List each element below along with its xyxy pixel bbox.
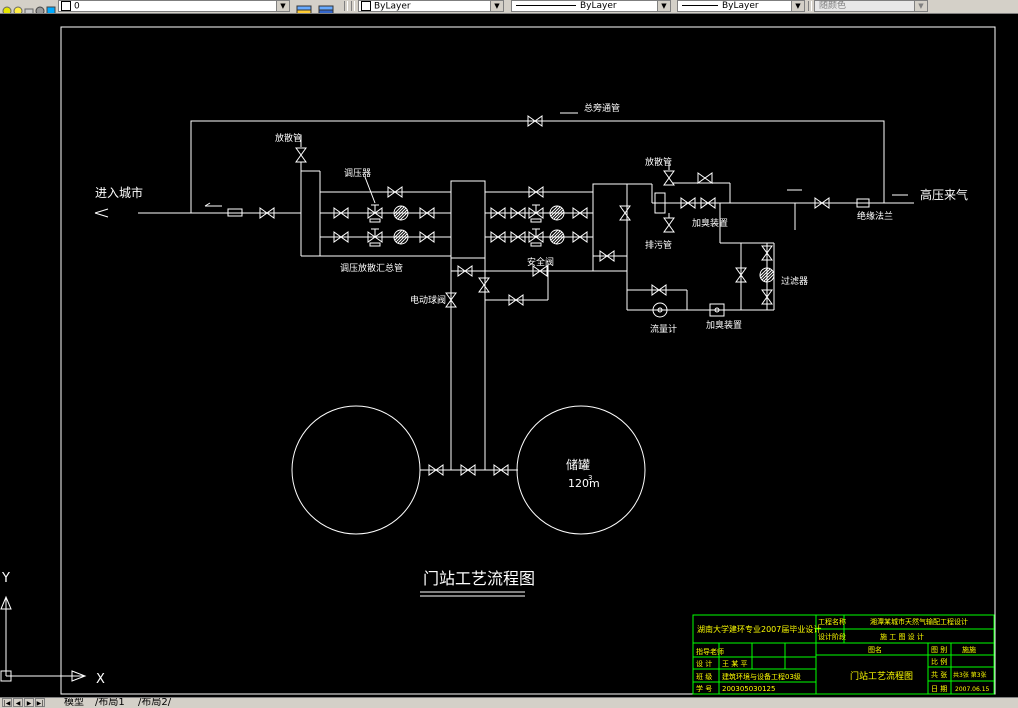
label-odorizer: 加臭装置 bbox=[692, 217, 728, 229]
toolbar-separator bbox=[351, 1, 355, 11]
properties-toolbar: 0 ▼ ByLayer ▼ ByLayer ▼ ByLayer ▼ 随颜色 ▼ bbox=[0, 0, 1018, 14]
ucs-x-label: X bbox=[96, 672, 105, 687]
tb-check-label: 比 例 bbox=[931, 657, 947, 666]
layer-previous-icon[interactable] bbox=[318, 1, 334, 13]
drawing-border bbox=[60, 26, 996, 695]
layer-color-icon[interactable] bbox=[35, 1, 45, 13]
last-tab-button[interactable]: ▶| bbox=[35, 698, 45, 707]
label-high-pressure-in: 高压来气 bbox=[920, 187, 968, 202]
drawing-title: 门站工艺流程图 bbox=[423, 569, 535, 588]
tb-drawing-name-label: 图名 bbox=[868, 645, 882, 654]
layer-lock-icon[interactable] bbox=[24, 1, 34, 13]
tb-project-label: 工程名称 bbox=[818, 617, 846, 626]
label-vent-left: 放散管 bbox=[275, 132, 302, 144]
chevron-down-icon[interactable]: ▼ bbox=[657, 1, 670, 11]
label-regulator: 调压器 bbox=[344, 168, 371, 179]
tab-layout2-label: 布局2 bbox=[141, 697, 168, 708]
chevron-down-icon[interactable]: ▼ bbox=[490, 1, 503, 11]
label-odor-device: 加臭装置 bbox=[706, 319, 742, 331]
ucs-icon bbox=[0, 595, 87, 682]
tb-sheet-label: 共 张 bbox=[931, 670, 947, 679]
tab-model-label: 模型 bbox=[64, 697, 84, 708]
tb-advisor-label: 指导老师 bbox=[696, 647, 724, 656]
lineweight-dropdown-value: ByLayer bbox=[722, 1, 759, 11]
label-tank-volume: 120m bbox=[568, 477, 600, 490]
tb-drawing-name-value: 门站工艺流程图 bbox=[850, 670, 913, 682]
next-tab-button[interactable]: ▶ bbox=[24, 698, 34, 707]
tb-class-value: 建筑环境与设备工程03级 bbox=[722, 672, 801, 681]
tab-layout1-label: 布局1 bbox=[98, 697, 125, 708]
label-bypass: 总旁通管 bbox=[584, 102, 620, 114]
chevron-down-icon: ▼ bbox=[914, 1, 927, 11]
linetype-dropdown-value: ByLayer bbox=[580, 1, 617, 11]
layer-state-icon[interactable] bbox=[2, 1, 12, 13]
drawing-canvas[interactable]: 总旁通管 放散管 调压器 进入城市 调压放散汇总管 安全阀 电动球阀 放散管 加… bbox=[0, 14, 1018, 697]
toolbar-separator bbox=[344, 1, 348, 11]
make-current-layer-icon[interactable] bbox=[296, 1, 312, 13]
toolbar-separator bbox=[808, 1, 812, 11]
label-tank: 储罐 bbox=[566, 457, 590, 472]
layer-freeze-icon[interactable] bbox=[13, 1, 23, 13]
chevron-down-icon[interactable]: ▼ bbox=[791, 1, 804, 11]
tb-stage-value: 施 工 图 设 计 bbox=[880, 632, 924, 641]
label-tank-volume-sup: 3 bbox=[588, 474, 592, 482]
label-filter: 过滤器 bbox=[781, 275, 808, 287]
tb-school: 湖南大学建环专业2007届毕业设计 bbox=[697, 624, 821, 634]
tb-date-label: 日 期 bbox=[931, 685, 947, 693]
tb-student-id-label: 学 号 bbox=[696, 684, 712, 693]
layer-dropdown[interactable]: 0 ▼ bbox=[58, 0, 290, 12]
tb-class-label: 班 级 bbox=[696, 672, 712, 681]
tb-student-id-value: 200305030125 bbox=[722, 685, 775, 693]
label-manifold: 调压放散汇总管 bbox=[340, 262, 403, 274]
layer-dropdown-value: 0 bbox=[74, 1, 80, 12]
process-flow-diagram bbox=[94, 112, 914, 597]
tb-drawing-no-label: 图 别 bbox=[931, 645, 947, 654]
tb-sheet-value: 共3张 第3张 bbox=[953, 671, 987, 679]
color-dropdown-value: ByLayer bbox=[374, 1, 411, 12]
ucs-y-label: Y bbox=[1, 571, 10, 586]
label-to-city: 进入城市 bbox=[95, 185, 143, 200]
color-dropdown[interactable]: ByLayer ▼ bbox=[358, 0, 504, 12]
plotstyle-dropdown[interactable]: 随颜色 ▼ bbox=[814, 0, 928, 12]
tb-date-value: 2007.06.15 bbox=[955, 686, 990, 693]
tb-designer-value: 王 某 平 bbox=[722, 660, 747, 668]
label-insulating-flange: 绝缘法兰 bbox=[857, 210, 893, 222]
label-drain: 排污管 bbox=[645, 239, 672, 251]
diagram-labels: 总旁通管 放散管 调压器 进入城市 调压放散汇总管 安全阀 电动球阀 放散管 加… bbox=[95, 102, 968, 588]
layer-swatch-icon[interactable] bbox=[46, 1, 56, 13]
label-esd-valve: 电动球阀 bbox=[410, 294, 446, 306]
label-vent-right: 放散管 bbox=[645, 156, 672, 168]
chevron-down-icon[interactable]: ▼ bbox=[276, 1, 289, 11]
linetype-dropdown[interactable]: ByLayer ▼ bbox=[511, 0, 671, 12]
tb-drawing-no-value: 施施 bbox=[962, 645, 976, 654]
plotstyle-dropdown-value: 随颜色 bbox=[819, 1, 847, 11]
label-flow-meter: 流量计 bbox=[650, 323, 677, 335]
tb-project-value: 湘潭某城市天然气输配工程设计 bbox=[870, 617, 968, 626]
prev-tab-button[interactable]: ◀ bbox=[13, 698, 23, 707]
lineweight-dropdown[interactable]: ByLayer ▼ bbox=[677, 0, 805, 12]
tb-stage-label: 设计阶段 bbox=[818, 632, 846, 641]
layout-tab-bar: |◀ ◀ ▶ ▶| 模型 /布局1 /布局2/ bbox=[0, 697, 1018, 708]
first-tab-button[interactable]: |◀ bbox=[2, 698, 12, 707]
tb-designer-label: 设 计 bbox=[696, 659, 712, 668]
label-relief: 安全阀 bbox=[527, 256, 554, 268]
